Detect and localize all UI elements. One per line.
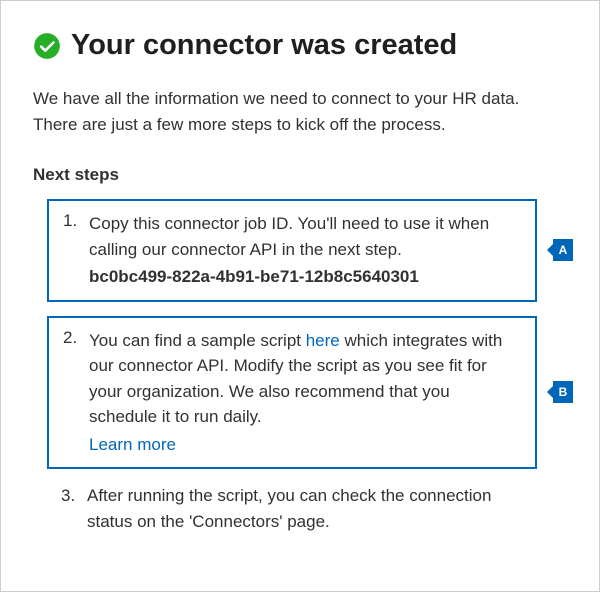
step-1-box: Copy this connector job ID. You'll need …	[47, 199, 537, 302]
learn-more-link[interactable]: Learn more	[89, 432, 176, 458]
success-check-icon	[33, 32, 61, 60]
header: Your connector was created	[33, 29, 537, 62]
page-title: Your connector was created	[71, 29, 457, 62]
step-1: Copy this connector job ID. You'll need …	[63, 211, 521, 290]
connector-job-id: bc0bc499-822a-4b91-be71-12b8c5640301	[89, 264, 521, 290]
step-2-box: You can find a sample script here which …	[47, 316, 537, 470]
sample-script-link[interactable]: here	[306, 331, 340, 350]
step-3: After running the script, you can check …	[61, 483, 537, 534]
callout-a: A	[553, 239, 573, 261]
step-3-text: After running the script, you can check …	[87, 486, 491, 531]
steps-list: Copy this connector job ID. You'll need …	[47, 199, 537, 534]
intro-text: We have all the information we need to c…	[33, 86, 537, 137]
next-steps-heading: Next steps	[33, 165, 537, 185]
step-2: You can find a sample script here which …	[63, 328, 521, 458]
step-1-text: Copy this connector job ID. You'll need …	[89, 214, 489, 259]
step-2-text-before: You can find a sample script	[89, 331, 306, 350]
callout-b: B	[553, 381, 573, 403]
